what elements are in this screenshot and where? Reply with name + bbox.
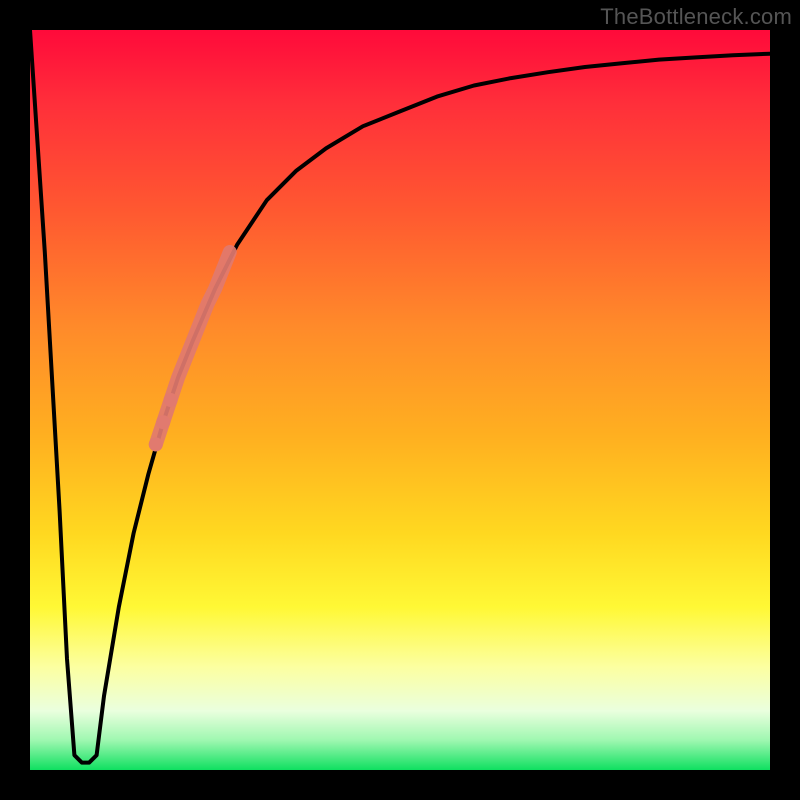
chart-svg xyxy=(30,30,770,770)
highlight-dots xyxy=(149,252,230,451)
plot-area xyxy=(30,30,770,770)
bottleneck-curve xyxy=(30,30,770,763)
highlight-dot xyxy=(164,393,178,407)
watermark-text: TheBottleneck.com xyxy=(600,4,792,30)
chart-frame: TheBottleneck.com xyxy=(0,0,800,800)
highlight-dot xyxy=(149,437,163,451)
highlight-segment xyxy=(156,252,230,444)
bottleneck-curve-path xyxy=(30,30,770,763)
highlight-dot xyxy=(156,415,170,429)
